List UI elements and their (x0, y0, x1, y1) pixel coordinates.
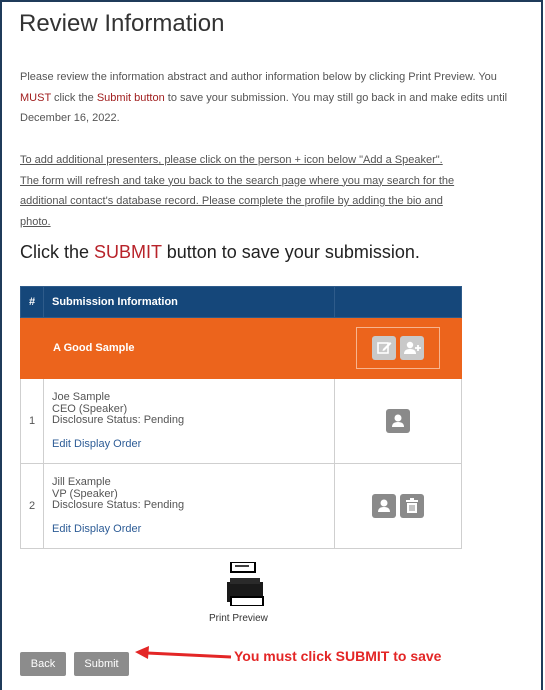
row-number: 2 (20, 463, 44, 549)
intro-part-2: click the (50, 91, 97, 104)
person-icon[interactable] (386, 409, 410, 433)
instruction-suffix: button to save your submission. (161, 242, 420, 262)
back-button[interactable]: Back (20, 652, 66, 676)
add-presenter-note[interactable]: To add additional presenters, please cli… (20, 150, 460, 232)
person-role: VP (Speaker) (52, 487, 118, 500)
submit-instruction: Click the SUBMIT button to save your sub… (20, 242, 420, 263)
person-name: Jill Example (52, 476, 111, 488)
person-cell: Jill Example VP (Speaker) Disclosure Sta… (43, 463, 335, 549)
submission-title-row: A Good Sample (20, 317, 462, 379)
person-name: Joe Sample (52, 391, 111, 403)
disclosure-status: Disclosure Status: Pending (52, 499, 185, 511)
arrow-annotation-icon (135, 646, 232, 659)
add-speaker-icon[interactable] (400, 336, 424, 360)
disclosure-status: Disclosure Status: Pending (52, 414, 185, 426)
row-actions (334, 378, 462, 464)
person-role: CEO (Speaker) (52, 402, 128, 415)
edit-icon[interactable] (372, 336, 396, 360)
table-row: 1 Joe Sample CEO (Speaker) Disclosure St… (20, 378, 462, 464)
instruction-submit-word: SUBMIT (94, 242, 162, 262)
intro-text: Please review the information abstract a… (20, 67, 520, 129)
submission-table: # Submission Information A Good Sample 1… (20, 286, 462, 549)
table-row: 2 Jill Example VP (Speaker) Disclosure S… (20, 463, 462, 549)
instruction-prefix: Click the (20, 242, 95, 262)
row-number: 1 (20, 378, 44, 464)
annotation-text: You must click SUBMIT to save (234, 648, 442, 664)
intro-must: MUST (20, 91, 51, 104)
person-icon[interactable] (372, 494, 396, 518)
submission-actions (334, 317, 462, 379)
col-actions-header (334, 286, 462, 318)
submission-actions-box (356, 327, 440, 369)
print-preview-icon[interactable] (227, 561, 267, 607)
intro-part-1: Please review the information abstract a… (20, 71, 497, 83)
orange-num-cell (20, 317, 44, 379)
col-num-header: # (20, 286, 44, 318)
print-preview-label[interactable]: Print Preview (209, 613, 268, 624)
edit-display-order-link[interactable]: Edit Display Order (52, 523, 326, 536)
col-info-header: Submission Information (43, 286, 335, 318)
row-actions (334, 463, 462, 549)
trash-icon[interactable] (400, 494, 424, 518)
submit-button[interactable]: Submit (74, 652, 129, 676)
page-title: Review Information (19, 10, 225, 37)
table-header-row: # Submission Information (20, 286, 462, 318)
intro-submit-button-text: Submit button (96, 91, 165, 104)
edit-display-order-link[interactable]: Edit Display Order (52, 438, 326, 451)
person-cell: Joe Sample CEO (Speaker) Disclosure Stat… (43, 378, 335, 464)
submission-title: A Good Sample (43, 317, 335, 379)
